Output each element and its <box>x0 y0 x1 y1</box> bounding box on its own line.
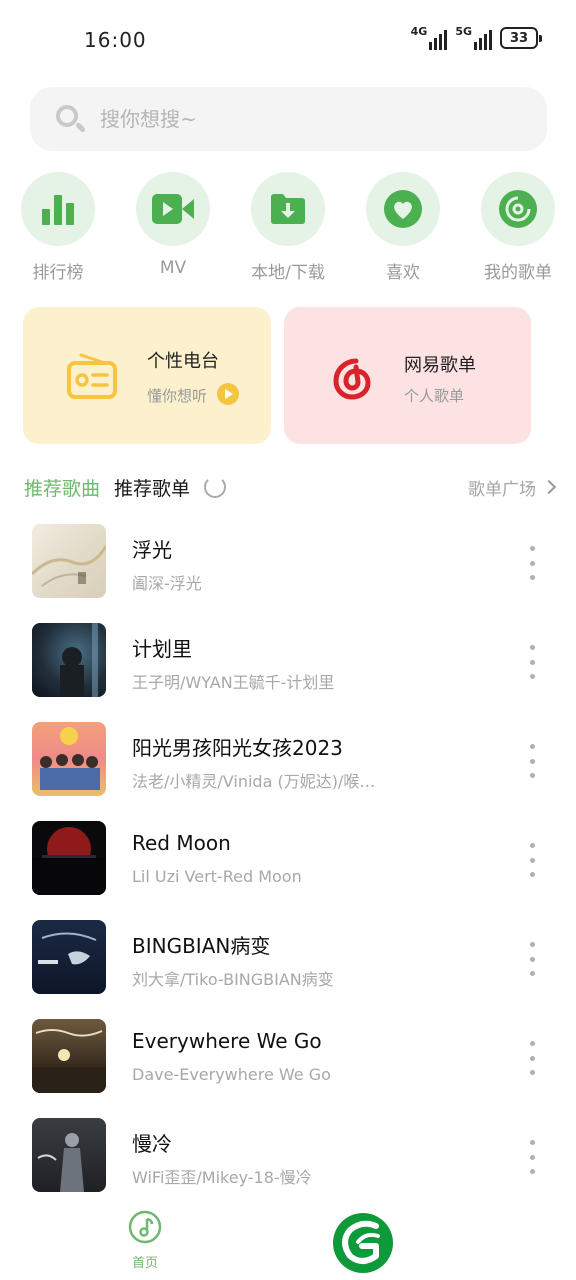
refresh-icon[interactable] <box>204 476 227 498</box>
card-title: 网易歌单 <box>404 355 476 376</box>
album-cover <box>32 524 106 598</box>
song-row[interactable]: 计划里 王子明/WYAN王毓千-计划里 <box>0 623 576 699</box>
song-title: 阳光男孩阳光女孩2023 <box>132 736 343 760</box>
signal-5g-icon: 5G <box>455 26 492 50</box>
song-artist: 王子明/WYAN王毓千-计划里 <box>132 673 335 692</box>
shortcut-label: MV <box>159 258 187 278</box>
playlist-square-label: 歌单广场 <box>468 479 536 500</box>
card-subtitle: 个人歌单 <box>404 387 465 405</box>
shortcut-label: 排行榜 <box>32 263 84 283</box>
shortcut-row: 排行榜 MV 本地/下载 喜欢 我的歌单 <box>0 172 576 283</box>
video-camera-icon <box>136 172 210 246</box>
shortcut-label: 喜欢 <box>386 263 420 283</box>
download-folder-icon <box>251 172 325 246</box>
shortcut-label: 我的歌单 <box>484 263 552 283</box>
tab-recommended-songs[interactable]: 推荐歌曲 <box>24 474 100 501</box>
song-artist: WiFi歪歪/Mikey-18-慢冷 <box>132 1168 312 1187</box>
personal-radio-card[interactable]: 个性电台 懂你想听 <box>23 307 271 444</box>
shortcut-favorites[interactable]: 喜欢 <box>353 172 453 283</box>
search-input[interactable] <box>100 107 480 131</box>
album-cover <box>32 1118 106 1192</box>
nav-home-label: 首页 <box>131 1256 158 1271</box>
song-row[interactable]: BINGBIAN病变 刘大拿/Tiko-BINGBIAN病变 <box>0 920 576 996</box>
music-note-icon <box>128 1210 162 1248</box>
song-row[interactable]: 浮光 阖深-浮光 <box>0 524 576 600</box>
app-logo-button[interactable] <box>332 1212 394 1274</box>
album-cover <box>32 821 106 895</box>
disc-icon <box>481 172 555 246</box>
bar-chart-icon <box>21 172 95 246</box>
album-cover <box>32 722 106 796</box>
status-bar: 16:00 4G 5G 33 <box>0 0 576 80</box>
song-artist: Lil Uzi Vert-Red Moon <box>132 867 302 886</box>
song-artist: 阖深-浮光 <box>132 574 202 593</box>
nav-home[interactable]: 首页 <box>122 1210 168 1271</box>
shortcut-my-playlists[interactable]: 我的歌单 <box>468 172 568 283</box>
netease-music-icon <box>330 357 374 405</box>
song-title: 慢冷 <box>132 1132 172 1156</box>
chevron-right-icon <box>541 479 557 495</box>
radio-icon <box>67 353 117 403</box>
song-artist: 刘大拿/Tiko-BINGBIAN病变 <box>132 970 334 989</box>
more-options-icon[interactable] <box>522 744 542 778</box>
song-row[interactable]: Red Moon Lil Uzi Vert-Red Moon <box>0 821 576 897</box>
shortcut-local-download[interactable]: 本地/下载 <box>238 172 338 283</box>
shortcut-mv[interactable]: MV <box>123 172 223 278</box>
heart-icon <box>366 172 440 246</box>
battery-icon: 33 <box>500 27 542 49</box>
more-options-icon[interactable] <box>522 942 542 976</box>
song-title: Red Moon <box>132 831 231 855</box>
status-time: 16:00 <box>84 28 147 52</box>
search-bar[interactable] <box>30 87 547 151</box>
song-row[interactable]: Everywhere We Go Dave-Everywhere We Go <box>0 1019 576 1095</box>
more-options-icon[interactable] <box>522 645 542 679</box>
song-artist: 法老/小精灵/Vinida (万妮达)/喉… <box>132 772 376 791</box>
play-icon[interactable] <box>217 383 239 409</box>
album-cover <box>32 1019 106 1093</box>
search-icon <box>54 103 87 135</box>
more-options-icon[interactable] <box>522 843 542 877</box>
song-title: 浮光 <box>132 538 172 562</box>
more-options-icon[interactable] <box>522 546 542 580</box>
song-title: BINGBIAN病变 <box>132 934 271 958</box>
signal-4g-icon: 4G <box>411 26 448 50</box>
song-title: Everywhere We Go <box>132 1029 322 1053</box>
shortcut-label: 本地/下载 <box>251 263 325 283</box>
song-row[interactable]: 阳光男孩阳光女孩2023 法老/小精灵/Vinida (万妮达)/喉… <box>0 722 576 798</box>
card-subtitle: 懂你想听 <box>147 387 208 405</box>
more-options-icon[interactable] <box>522 1041 542 1075</box>
recommend-section-header: 推荐歌曲 推荐歌单 歌单广场 <box>24 470 557 504</box>
more-options-icon[interactable] <box>522 1140 542 1174</box>
tab-recommended-playlists[interactable]: 推荐歌单 <box>114 474 190 501</box>
netease-playlist-card[interactable]: 网易歌单 个人歌单 <box>284 307 531 444</box>
album-cover <box>32 623 106 697</box>
card-title: 个性电台 <box>147 351 219 372</box>
shortcut-charts[interactable]: 排行榜 <box>8 172 108 283</box>
status-indicators: 4G 5G 33 <box>411 26 542 50</box>
album-cover <box>32 920 106 994</box>
song-title: 计划里 <box>132 637 192 661</box>
playlist-square-link[interactable]: 歌单广场 <box>468 475 557 500</box>
song-row[interactable]: 慢冷 WiFi歪歪/Mikey-18-慢冷 <box>0 1118 576 1194</box>
song-artist: Dave-Everywhere We Go <box>132 1065 331 1084</box>
